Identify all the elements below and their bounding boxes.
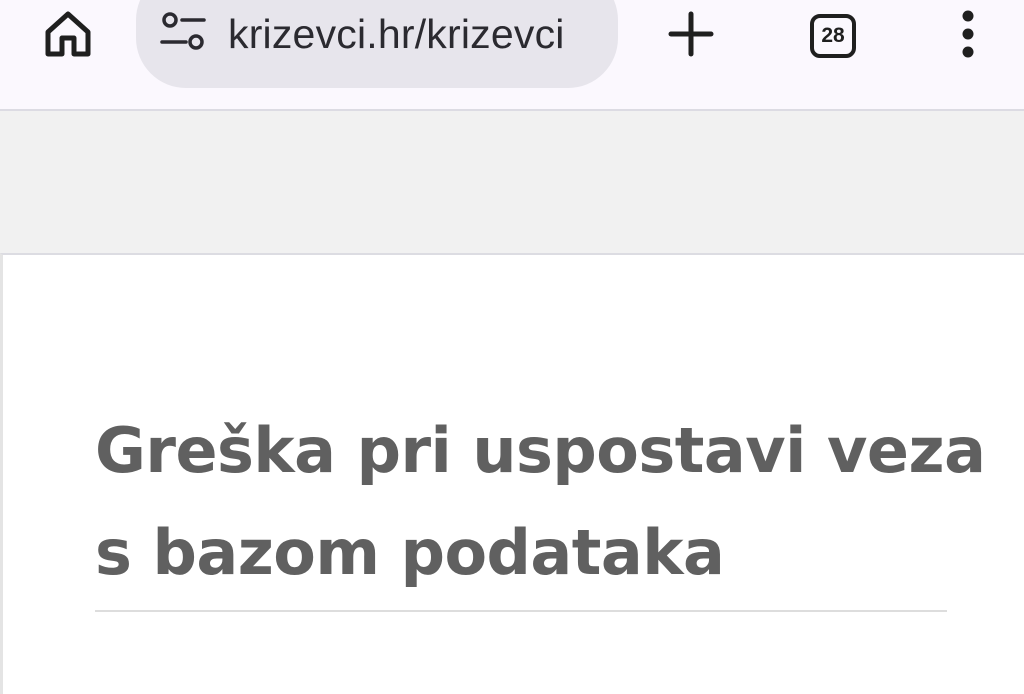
page-content: Greška pri uspostavi veza s bazom podata… [0,253,1024,694]
url-text[interactable]: krizevci.hr/krizevci [228,7,602,61]
plus-icon [668,11,714,57]
browser-toolbar: krizevci.hr/krizevci 28 [0,0,1024,111]
new-tab-button[interactable] [660,4,722,64]
tab-count: 28 [821,24,845,47]
tune-icon[interactable] [160,10,206,52]
error-title: Greška pri uspostavi veza s bazom podata… [95,414,986,589]
divider [95,610,947,612]
tab-switcher-icon: 28 [810,14,856,58]
page-header-band [0,111,1024,253]
tab-switcher-button[interactable]: 28 [800,4,866,64]
home-icon [45,11,91,57]
address-bar[interactable]: krizevci.hr/krizevci [136,0,618,88]
menu-button[interactable] [946,4,990,64]
more-vert-icon [962,10,974,58]
home-button[interactable] [38,4,98,64]
